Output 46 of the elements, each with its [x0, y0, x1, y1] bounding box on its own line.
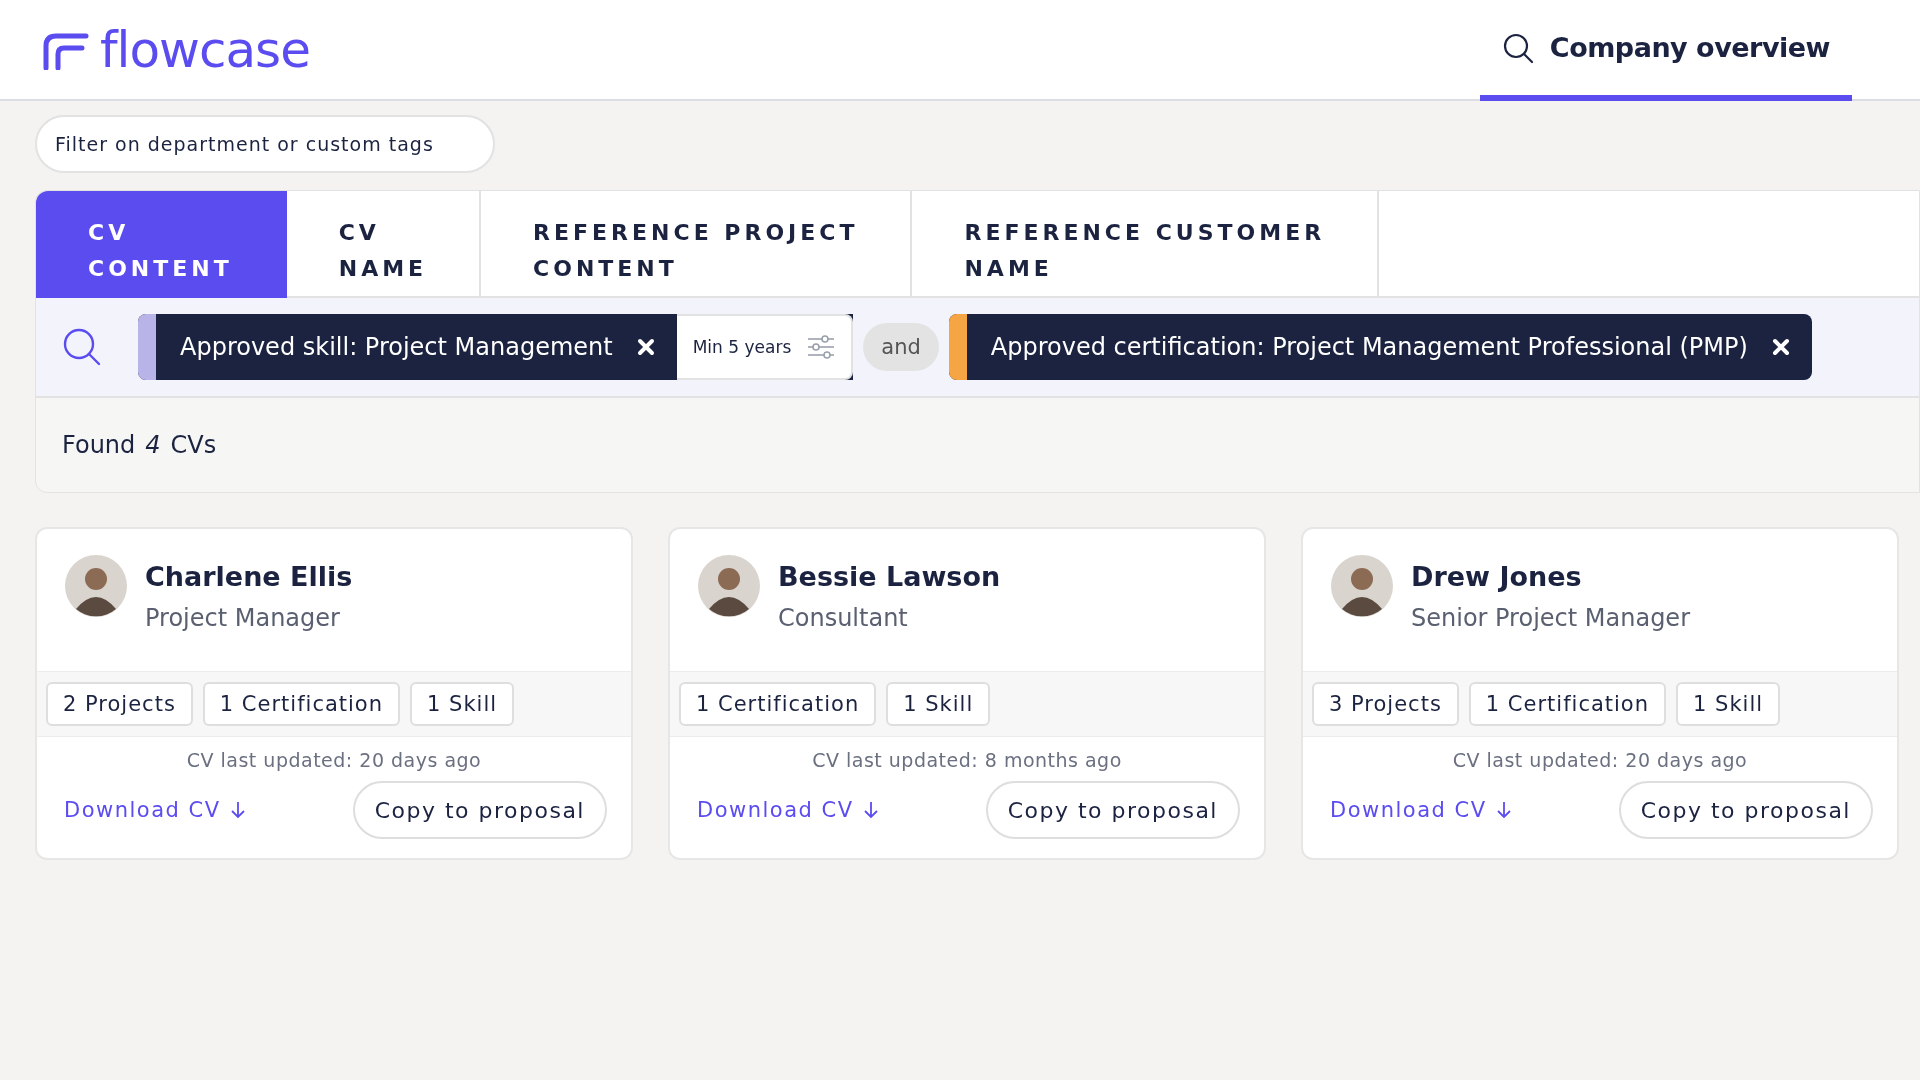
- search-tab[interactable]: CV CONTENT: [36, 191, 287, 298]
- count-tag[interactable]: 1 Skill: [886, 682, 991, 726]
- avatar-icon: [65, 555, 127, 617]
- person-name: Drew Jones: [1411, 561, 1583, 592]
- last-updated: CV last updated: 20 days ago: [186, 749, 482, 771]
- copy-button[interactable]: Copy to proposal: [1618, 781, 1873, 839]
- job-title: Senior Project Manager: [1411, 604, 1690, 632]
- filter-field[interactable]: Filter on department or custom tags: [35, 115, 495, 173]
- search-tab[interactable]: REFERENCE PROJECT CONTENT: [481, 191, 913, 298]
- search-icon: [62, 327, 102, 367]
- person-name: Charlene Ellis: [145, 561, 353, 592]
- count-tag[interactable]: 2 Projects: [46, 682, 193, 726]
- avatar-icon: [698, 555, 760, 617]
- job-title: Project Manager: [145, 604, 341, 632]
- close-icon[interactable]: [636, 338, 655, 356]
- search-tab[interactable]: REFERENCE CUSTOMER NAME: [912, 191, 1380, 298]
- download-link[interactable]: Download CV: [1330, 798, 1511, 822]
- copy-button[interactable]: Copy to proposal: [352, 781, 607, 839]
- avatar-icon: [1331, 555, 1393, 617]
- count-tag[interactable]: 1 Certification: [202, 682, 401, 726]
- chip-label: Approved certification: Project Management Professional (PMP): [989, 333, 1749, 361]
- last-updated: CV last updated: 8 months ago: [812, 749, 1122, 771]
- sliders-icon: [807, 335, 836, 359]
- search-tab[interactable]: CV NAME: [286, 191, 482, 298]
- results-count: Found 4 CVs: [61, 430, 218, 461]
- search-icon: [1501, 31, 1534, 64]
- company-overview-tab[interactable]: Company overview: [1479, 0, 1852, 101]
- download-link[interactable]: Download CV: [64, 798, 245, 822]
- job-title: Consultant: [778, 604, 909, 632]
- person-name: Bessie Lawson: [778, 561, 1001, 592]
- count-tag[interactable]: 1 Skill: [1676, 682, 1781, 726]
- arrow-down-icon: [230, 801, 245, 819]
- count-tag[interactable]: 1 Certification: [1468, 682, 1667, 726]
- count-tag[interactable]: 1 Skill: [410, 682, 515, 726]
- and-connector: and: [863, 323, 939, 371]
- close-icon[interactable]: [1771, 338, 1790, 356]
- arrow-down-icon: [863, 801, 878, 819]
- count-tag[interactable]: 1 Certification: [679, 682, 877, 726]
- last-updated: CV last updated: 20 days ago: [1452, 749, 1748, 771]
- arrow-down-icon: [1496, 801, 1511, 819]
- copy-button[interactable]: Copy to proposal: [985, 781, 1240, 839]
- download-link[interactable]: Download CV: [697, 798, 878, 822]
- count-tag[interactable]: 3 Projects: [1312, 682, 1459, 726]
- logo[interactable]: flowcase: [100, 20, 310, 79]
- chip-label: Approved skill: Project Management: [179, 333, 614, 361]
- years-option[interactable]: Min 5 years: [676, 314, 854, 380]
